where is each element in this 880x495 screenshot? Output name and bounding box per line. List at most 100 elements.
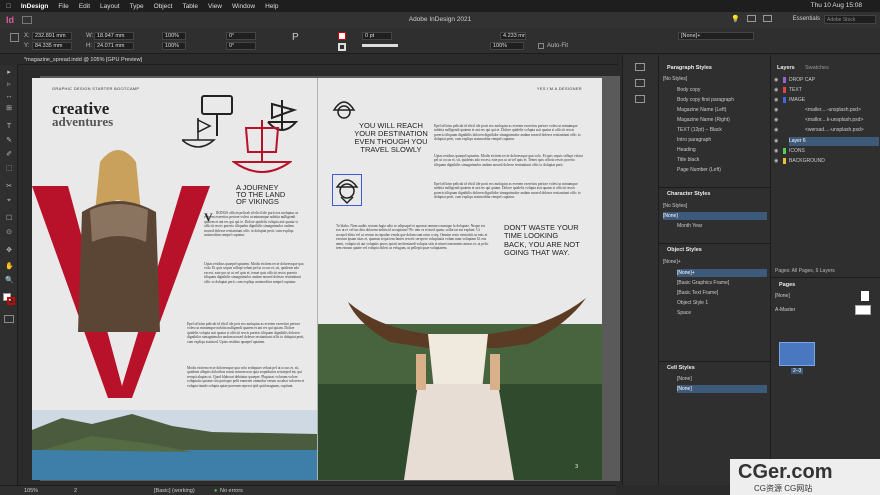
rotate-field[interactable]: 0°: [226, 32, 256, 40]
stroke-type-icon[interactable]: [362, 44, 398, 47]
left-body-4[interactable]: Modis eicitem recte doloressque qua volo…: [187, 366, 305, 402]
right-body-1[interactable]: Epel officim pelicab id elicil ide porit…: [434, 124, 584, 154]
layer-sublayer[interactable]: <mallor....k-unsplash.psd>: [805, 116, 875, 125]
line-tool-icon[interactable]: ✎: [5, 137, 13, 145]
paragraph-style-item[interactable]: Intro paragraph: [677, 136, 769, 144]
visibility-eye-icon[interactable]: ◉: [774, 127, 778, 133]
scale-x-field[interactable]: 100%: [162, 32, 186, 40]
paragraph-style-item[interactable]: Title black: [677, 156, 769, 164]
preflight-status[interactable]: No errors: [220, 488, 243, 494]
object-style-item[interactable]: Object Style 1: [677, 299, 769, 307]
right-body-4[interactable]: To blabo. Nem audits resium fugia odio t…: [336, 224, 490, 272]
pages-none-master[interactable]: [None]: [775, 293, 790, 299]
spread-thumbnail[interactable]: [779, 342, 815, 366]
note-tool-icon[interactable]: ☐: [5, 215, 13, 223]
object-styles-tab[interactable]: Object Styles: [667, 247, 702, 253]
visibility-eye-icon[interactable]: ◉: [774, 148, 778, 154]
opacity-field[interactable]: 100%: [490, 42, 524, 50]
object-style-item[interactable]: [Basic Graphics Frame]: [677, 279, 769, 287]
document-tab[interactable]: *magazine_spread.indd @ 105% [GPU Previe…: [18, 55, 618, 65]
gap-tool-icon[interactable]: ⊞: [5, 105, 13, 113]
visibility-eye-icon[interactable]: ◉: [774, 117, 778, 123]
screen-mode-icon[interactable]: [4, 315, 14, 323]
zoom-tool-icon[interactable]: 🔍: [5, 277, 14, 285]
autofit-checkbox[interactable]: [538, 43, 544, 49]
page-tool-icon[interactable]: ↔: [5, 93, 13, 101]
stroke-icon[interactable]: [635, 95, 645, 103]
menu-table[interactable]: Table: [182, 3, 198, 10]
layers-tab[interactable]: Layers: [777, 65, 795, 71]
object-style-select[interactable]: [None]+: [678, 32, 754, 40]
layer-row[interactable]: IMAGE: [789, 96, 879, 105]
object-style-item[interactable]: Space: [677, 309, 769, 317]
menu-help[interactable]: Help: [265, 3, 278, 10]
workspace-switcher[interactable]: Essentials: [793, 16, 820, 22]
menu-object[interactable]: Object: [154, 3, 173, 10]
fill-swatch[interactable]: [338, 32, 346, 40]
visibility-eye-icon[interactable]: ◉: [774, 107, 778, 113]
paragraph-style-item[interactable]: TEXT (12pt) – Black: [677, 126, 769, 134]
layer-row-selected[interactable]: Layer 6: [789, 137, 879, 146]
swatches-tab[interactable]: Swatches: [805, 65, 829, 71]
paragraph-style-item[interactable]: Body copy first paragraph: [677, 96, 769, 104]
right-page[interactable]: YES I'M A DESIGNER YOU WILL REACH YOUR D…: [317, 78, 602, 480]
gradient-tool-icon[interactable]: ✥: [5, 247, 13, 255]
free-transform-tool-icon[interactable]: ⌖: [5, 197, 13, 205]
h-field[interactable]: 24.071 mm: [94, 42, 134, 50]
right-body-2[interactable]: Uptas restibus quaepel uptatem. Modis ei…: [434, 154, 584, 180]
rectangle-frame-tool-icon[interactable]: ⬚: [5, 165, 13, 173]
lightbulb-icon[interactable]: 💡: [731, 15, 740, 23]
publish-icon[interactable]: [763, 15, 772, 22]
shear-field[interactable]: 0°: [226, 42, 256, 50]
paragraph-style-item[interactable]: Heading: [677, 146, 769, 154]
menu-edit[interactable]: Edit: [79, 3, 90, 10]
hand-tool-icon[interactable]: ✋: [5, 263, 14, 271]
links-icon[interactable]: [635, 79, 645, 87]
cell-styles-tab[interactable]: Cell Styles: [667, 365, 695, 371]
object-style-top[interactable]: [None]+: [663, 258, 755, 266]
pages-tab[interactable]: Pages: [779, 282, 795, 288]
adobe-stock-search[interactable]: Adobe Stock: [824, 15, 876, 24]
cell-style-item[interactable]: [None]: [677, 375, 769, 383]
selected-frame[interactable]: [332, 174, 362, 206]
a-master-thumb[interactable]: [855, 305, 871, 315]
scale-y-field[interactable]: 100%: [162, 42, 186, 50]
page-field[interactable]: 2: [74, 488, 77, 494]
properties-icon[interactable]: [635, 63, 645, 71]
visibility-eye-icon[interactable]: ◉: [774, 158, 778, 164]
visibility-eye-icon[interactable]: ◉: [774, 97, 778, 103]
paragraph-style-item[interactable]: Magazine Name (Left): [677, 106, 769, 114]
size-field[interactable]: 4.233 mm: [500, 32, 526, 40]
paragraph-style-top[interactable]: [No Styles]: [663, 75, 755, 83]
right-body-3[interactable]: Epel officim pelicab id elicil ide porit…: [434, 182, 584, 216]
object-style-item-selected[interactable]: [None]+: [677, 269, 767, 277]
menu-layout[interactable]: Layout: [100, 3, 120, 10]
x-field[interactable]: 232.891 mm: [32, 32, 72, 40]
character-styles-tab[interactable]: Character Styles: [667, 191, 710, 197]
left-page[interactable]: GRAPHIC DESIGN STARTER BOOTCAMP creative…: [32, 78, 317, 480]
cell-style-item-selected[interactable]: [None]: [677, 385, 767, 393]
visibility-eye-icon[interactable]: ◉: [774, 138, 778, 144]
selection-tool-icon[interactable]: ▸: [5, 69, 13, 77]
layer-sublayer[interactable]: <wersad....-unsplash.psd>: [805, 126, 875, 135]
pen-tool-icon[interactable]: ✐: [5, 151, 13, 159]
pages-a-master[interactable]: A-Master: [775, 307, 795, 313]
type-on-path-icon[interactable]: P: [292, 32, 299, 43]
none-master-thumb[interactable]: [861, 291, 869, 301]
layer-row[interactable]: ICONS: [789, 147, 879, 156]
character-style-item-selected[interactable]: [None]: [663, 212, 767, 220]
left-body-3[interactable]: Epel officim pelicab id elicil ide port …: [187, 322, 305, 362]
left-body-2[interactable]: Uptas restibus quaepel uptatem. Modis ei…: [204, 262, 304, 306]
scissors-tool-icon[interactable]: ✂: [5, 183, 13, 191]
eyedropper-tool-icon[interactable]: ⊙: [5, 229, 13, 237]
zoom-field[interactable]: 105%: [24, 488, 38, 494]
type-tool-icon[interactable]: T: [5, 123, 13, 131]
app-menu[interactable]: InDesign: [21, 3, 48, 10]
left-body-1[interactable]: IKINGS officin pelicab id elicil ide por…: [204, 211, 304, 259]
apple-icon[interactable]: : [6, 3, 11, 10]
visibility-eye-icon[interactable]: ◉: [774, 87, 778, 93]
visibility-eye-icon[interactable]: ◉: [774, 77, 778, 83]
object-style-item[interactable]: [Basic Text Frame]: [677, 289, 769, 297]
direct-selection-tool-icon[interactable]: ▹: [5, 81, 13, 89]
character-style-item[interactable]: Month Year: [677, 222, 769, 230]
